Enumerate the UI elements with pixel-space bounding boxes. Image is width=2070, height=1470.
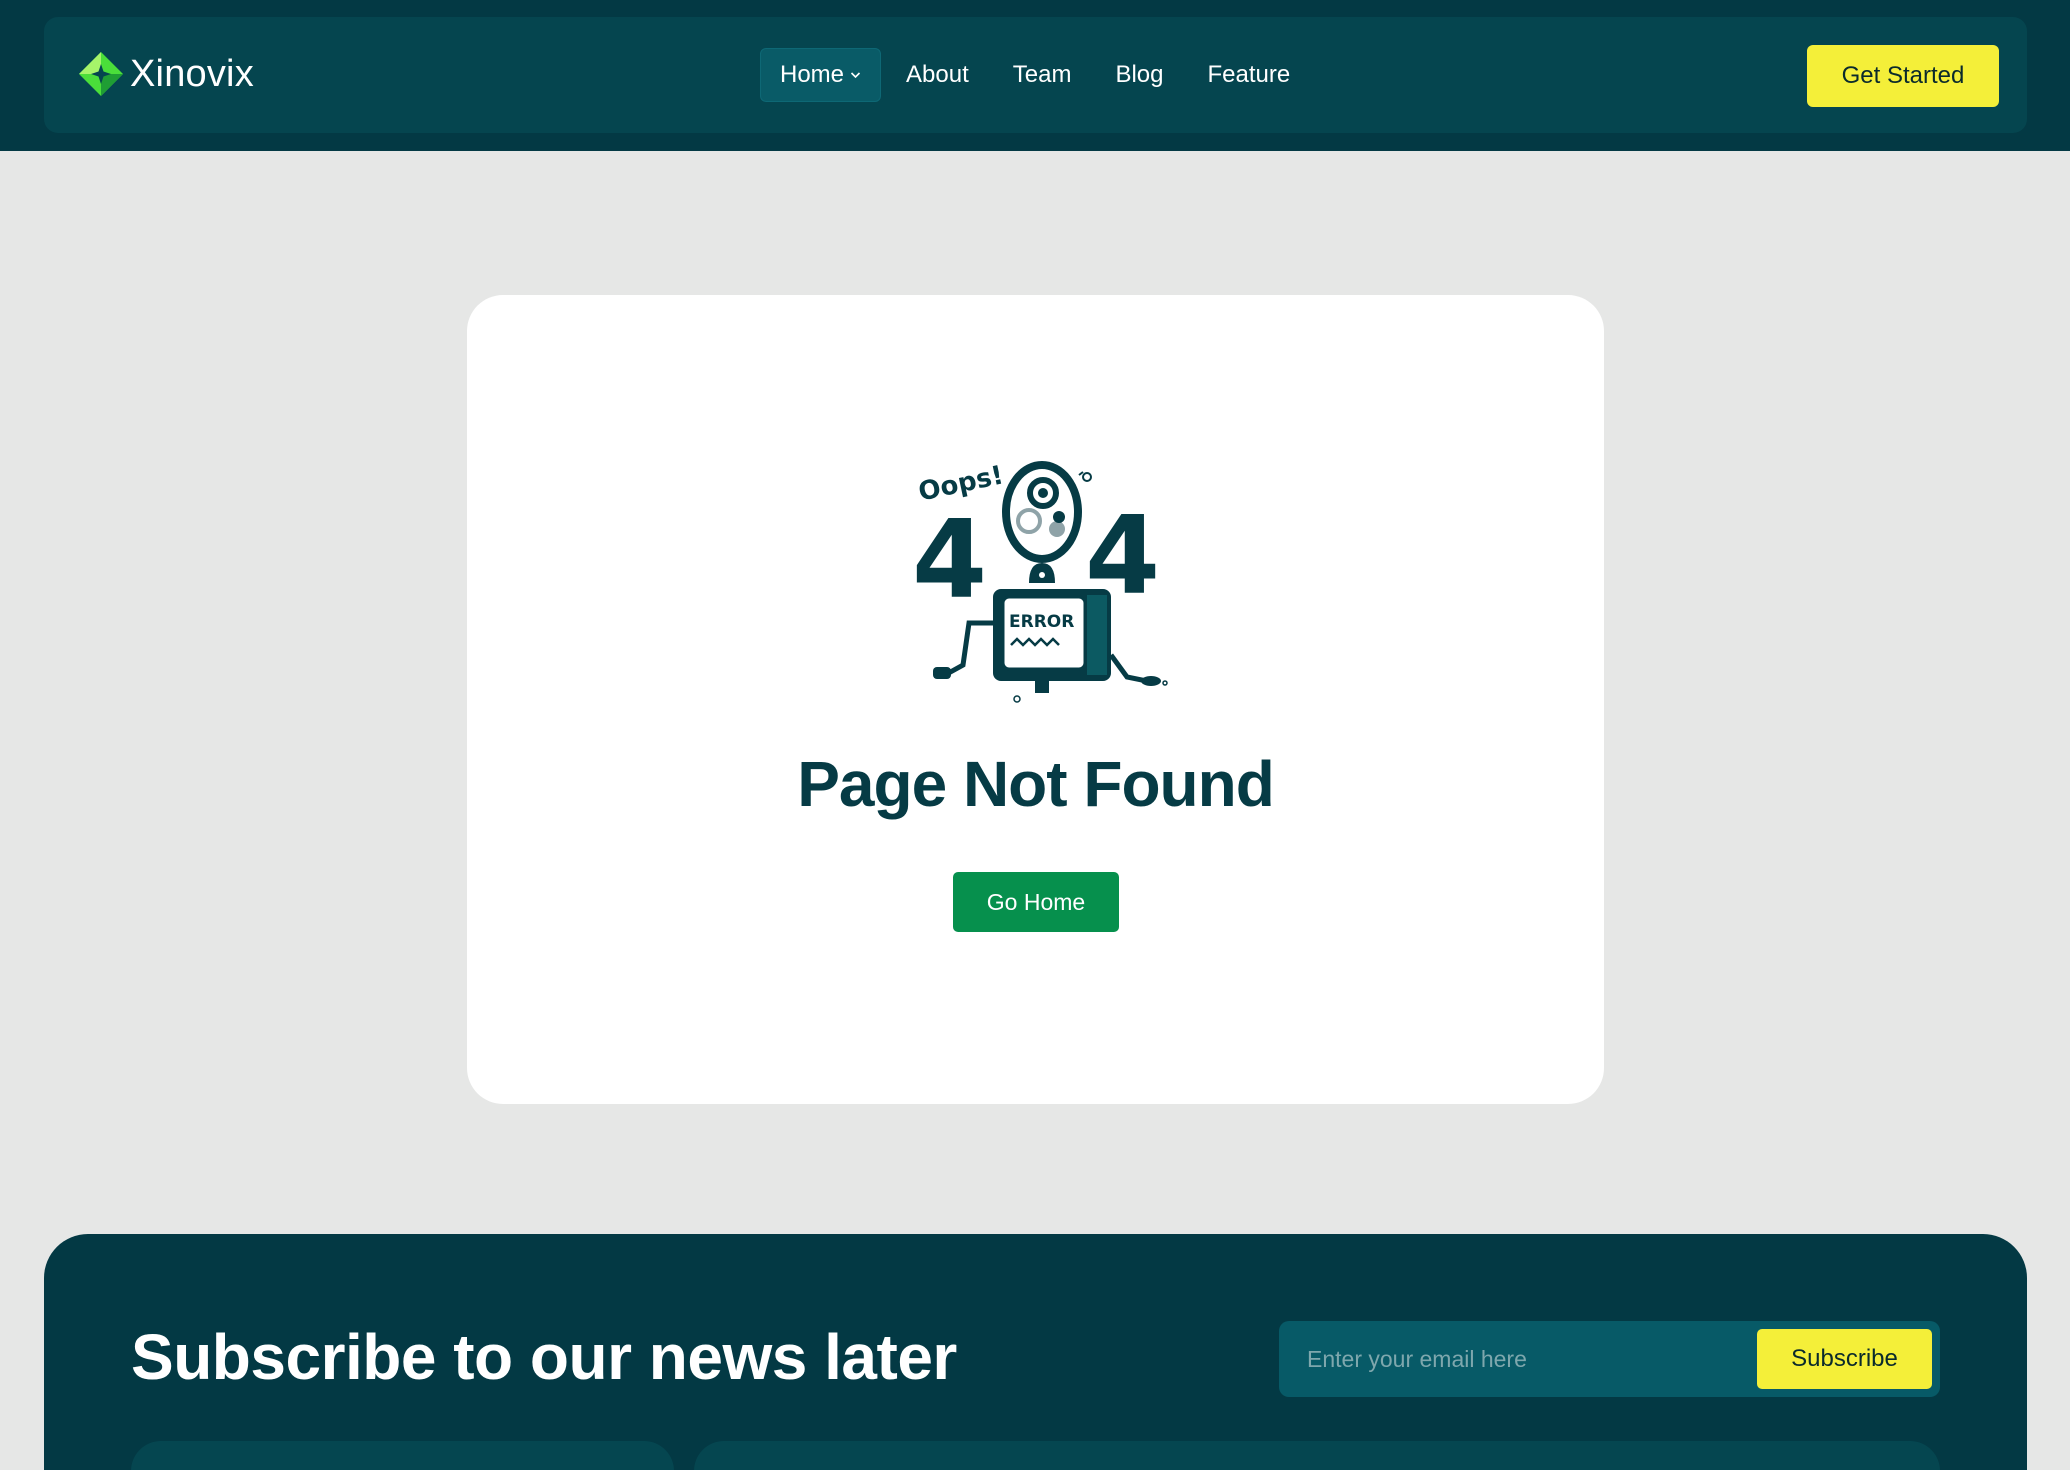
- nav-item-label: Team: [1012, 61, 1072, 88]
- chevron-down-icon: [850, 72, 861, 79]
- footer: Subscribe to our news later Subscribe: [44, 1234, 2027, 1470]
- newsletter-title: Subscribe to our news later: [131, 1321, 957, 1393]
- robot-head-zero: [1002, 461, 1082, 563]
- top-navbar: Xinovix Home About Team Blog Feature Get…: [44, 17, 2027, 133]
- nav-item-label: Feature: [1207, 61, 1291, 88]
- nav-item-label: About: [906, 61, 969, 88]
- nav-item-label: Home: [780, 61, 845, 88]
- robot-monitor: ERROR: [993, 589, 1111, 693]
- nav-item-blog[interactable]: Blog: [1096, 48, 1182, 102]
- error-card: Oops! 4 4 ERROR Page Not Found Go Home: [467, 295, 1604, 1104]
- nav-item-about[interactable]: About: [887, 48, 988, 102]
- footer-card: [131, 1441, 674, 1470]
- newsletter-form: Subscribe: [1279, 1321, 1940, 1397]
- error-404-illustration: Oops! 4 4 ERROR: [912, 460, 1168, 703]
- email-input[interactable]: [1279, 1321, 1749, 1397]
- subscribe-button[interactable]: Subscribe: [1757, 1329, 1932, 1389]
- nav-item-team[interactable]: Team: [994, 48, 1091, 102]
- footer-card: [694, 1441, 1940, 1470]
- main-nav: Home About Team Blog Feature: [760, 48, 1315, 102]
- brand-name: Xinovix: [130, 52, 254, 95]
- diamond-star-logo-icon: [79, 52, 123, 96]
- digit-four-left: 4: [912, 498, 987, 623]
- nav-item-feature[interactable]: Feature: [1188, 48, 1309, 102]
- nav-item-home[interactable]: Home: [760, 48, 882, 102]
- page-title: Page Not Found: [797, 748, 1275, 820]
- get-started-button[interactable]: Get Started: [1807, 45, 1999, 107]
- nav-item-label: Blog: [1115, 61, 1164, 88]
- logo[interactable]: Xinovix: [78, 51, 254, 97]
- go-home-button[interactable]: Go Home: [953, 872, 1119, 932]
- error-screen-text: ERROR: [1009, 612, 1074, 632]
